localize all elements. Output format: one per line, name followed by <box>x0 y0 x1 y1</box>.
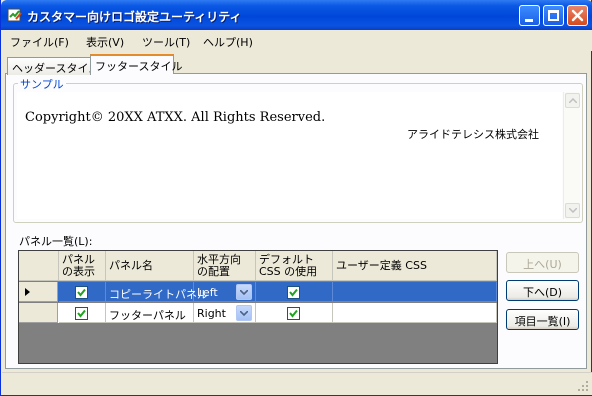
col-header-default-css[interactable]: デフォルト CSS の使用 <box>256 251 333 281</box>
table-row[interactable]: コピーライトパネル Left <box>19 282 497 302</box>
scroll-up-button[interactable] <box>565 93 580 108</box>
maximize-icon <box>548 10 559 21</box>
align-dropdown-button[interactable] <box>236 284 252 300</box>
default-css-checkbox[interactable] <box>287 286 300 299</box>
current-row-arrow-icon <box>25 288 30 296</box>
show-checkbox[interactable] <box>75 286 88 299</box>
maximize-button[interactable] <box>543 5 564 26</box>
main-window: カスタマー向けロゴ設定ユーティリティ ファイル(F) 表示(V) ツール(T) … <box>0 0 592 396</box>
panel-grid[interactable]: パネル の表示 パネル名 水平方向 の配置 デフォルト CSS の使用 ユーザー… <box>18 250 498 364</box>
col-header-show[interactable]: パネル の表示 <box>59 251 106 281</box>
cell-panel-name: コピーライトパネル <box>106 282 208 302</box>
checkmark-icon <box>77 309 86 318</box>
close-icon <box>571 9 584 22</box>
app-icon <box>7 8 22 22</box>
chevron-down-icon <box>240 311 248 316</box>
copyright-text: Copyright© 20XX ATXX. All Rights Reserve… <box>25 110 326 125</box>
tab-footer-style[interactable]: フッタースタイル <box>90 54 182 74</box>
resize-grip-icon[interactable] <box>577 380 589 392</box>
move-down-button[interactable]: 下へ(D) <box>506 280 579 301</box>
row-header-corner <box>19 251 59 281</box>
align-dropdown-button[interactable] <box>236 305 252 321</box>
cell-user-css[interactable] <box>333 282 497 302</box>
close-button[interactable] <box>567 5 588 26</box>
menu-tools[interactable]: ツール(T) <box>142 34 190 50</box>
cell-default-css <box>256 303 333 323</box>
grid-header: パネル の表示 パネル名 水平方向 の配置 デフォルト CSS の使用 ユーザー… <box>19 251 497 281</box>
col-header-user-css[interactable]: ユーザー定義 CSS <box>333 251 497 281</box>
checkmark-icon <box>289 309 298 318</box>
company-name: アライドテレシス株式会社 <box>407 128 539 141</box>
panel-list-label: パネル一覧(L): <box>19 235 93 248</box>
menu-bar: ファイル(F) 表示(V) ツール(T) ヘルプ(H) <box>2 30 592 51</box>
sample-scrollbar[interactable] <box>563 92 580 219</box>
col-header-align[interactable]: 水平方向 の配置 <box>194 251 256 281</box>
row-selector[interactable] <box>19 282 58 302</box>
status-bar <box>2 372 592 395</box>
show-checkbox[interactable] <box>75 307 88 320</box>
cell-show <box>59 303 106 323</box>
move-up-button[interactable]: 上へ(U) <box>506 252 579 273</box>
col-header-align-line2: の配置 <box>197 265 230 278</box>
table-row[interactable]: フッターパネル Right <box>19 303 497 323</box>
menu-file[interactable]: ファイル(F) <box>10 34 69 50</box>
window-title: カスタマー向けロゴ設定ユーティリティ <box>27 10 242 24</box>
item-list-button[interactable]: 項目一覧(I) <box>506 309 579 330</box>
col-header-show-line2: の表示 <box>62 265 95 278</box>
minimize-button[interactable] <box>519 5 540 26</box>
chevron-down-icon <box>240 290 248 295</box>
menu-view[interactable]: 表示(V) <box>86 34 124 50</box>
title-bar[interactable]: カスタマー向けロゴ設定ユーティリティ <box>1 0 592 30</box>
cell-align[interactable]: Left <box>194 282 256 302</box>
scroll-down-button[interactable] <box>565 203 580 218</box>
sample-label: サンプル <box>18 76 66 92</box>
checkmark-icon <box>289 288 298 297</box>
tab-header-style[interactable]: ヘッダースタイル <box>7 57 99 75</box>
checkmark-icon <box>77 288 86 297</box>
col-header-default-css-line2: CSS の使用 <box>259 265 318 278</box>
menu-help[interactable]: ヘルプ(H) <box>203 34 253 50</box>
cell-user-css[interactable] <box>333 303 497 323</box>
minimize-icon <box>525 19 533 22</box>
row-selector[interactable] <box>19 303 58 323</box>
cell-panel-name: フッターパネル <box>106 303 194 323</box>
default-css-checkbox[interactable] <box>287 307 300 320</box>
cell-align[interactable]: Right <box>194 303 256 323</box>
chevron-down-icon <box>569 208 577 213</box>
col-header-name[interactable]: パネル名 <box>106 251 194 281</box>
align-value: Left <box>197 286 218 299</box>
align-value: Right <box>197 307 226 320</box>
cell-show <box>59 282 106 302</box>
cell-default-css <box>256 282 333 302</box>
chevron-up-icon <box>569 98 577 103</box>
